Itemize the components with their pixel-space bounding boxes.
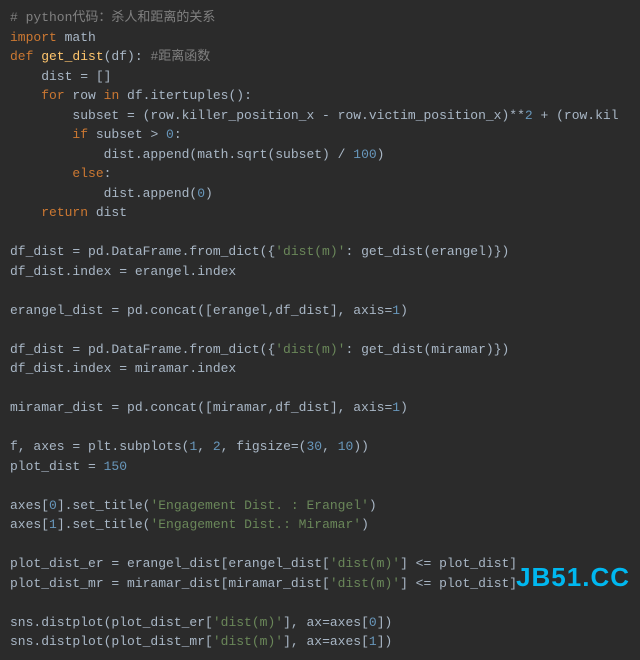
code-token: 0 (197, 186, 205, 201)
code-token: plot_dist_mr = miramar_dist[miramar_dist… (10, 576, 330, 591)
code-token: ) (400, 400, 408, 415)
code-token: 'dist(m)' (330, 576, 400, 591)
code-token (10, 127, 72, 142)
code-token: ) (361, 517, 369, 532)
code-token (10, 88, 41, 103)
code-token: (df): (104, 49, 151, 64)
code-token: row (65, 88, 104, 103)
code-token: 100 (353, 147, 376, 162)
code-token: ) (369, 498, 377, 513)
code-token: ] <= plot_dist] (400, 576, 517, 591)
code-token: df_dist = pd.DataFrame.from_dict({ (10, 244, 275, 259)
code-token: + (row.kil (533, 108, 619, 123)
code-token: )) (353, 439, 369, 454)
code-token: ]) (377, 615, 393, 630)
code-token: #距离函数 (150, 49, 210, 64)
code-token: def (10, 49, 33, 64)
code-line: dist = [] (10, 69, 111, 84)
watermark-logo: JB51.CC (516, 558, 630, 597)
code-token: subset > (88, 127, 166, 142)
code-token: : get_dist(miramar)}) (345, 342, 509, 357)
code-token: plot_dist_er = erangel_dist[erangel_dist… (10, 556, 330, 571)
code-line: # python代码：杀人和距离的关系 (10, 10, 215, 25)
code-token: sns.distplot(plot_dist_mr[ (10, 634, 213, 649)
code-token: 0 (166, 127, 174, 142)
code-token: 1 (392, 400, 400, 415)
code-token (10, 166, 72, 181)
code-token: 2 (213, 439, 221, 454)
code-token: math (57, 30, 96, 45)
code-token: : (174, 127, 182, 142)
code-token: ]) (377, 634, 393, 649)
code-token: 'dist(m)' (275, 342, 345, 357)
code-token: ].set_title( (57, 498, 151, 513)
code-token: 2 (525, 108, 533, 123)
code-token: get_dist (33, 49, 103, 64)
code-line: df_dist.index = miramar.index (10, 361, 236, 376)
code-token: , (322, 439, 338, 454)
code-token: : get_dist(erangel)}) (345, 244, 509, 259)
code-token: axes[ (10, 517, 49, 532)
code-token: in (104, 88, 120, 103)
code-token: if (72, 127, 88, 142)
code-token: axes[ (10, 498, 49, 513)
code-token: ) (377, 147, 385, 162)
code-token: ) (205, 186, 213, 201)
code-token: ], ax=axes[ (283, 634, 369, 649)
code-token: 'dist(m)' (213, 615, 283, 630)
code-token: df_dist = pd.DataFrame.from_dict({ (10, 342, 275, 357)
code-token: plot_dist = (10, 459, 104, 474)
code-token: 1 (49, 517, 57, 532)
code-token: , figsize=( (221, 439, 307, 454)
code-token: subset = (row.killer_position_x - row.vi… (10, 108, 525, 123)
code-token: f, axes = plt.subplots( (10, 439, 189, 454)
code-token (10, 205, 41, 220)
code-line: df_dist.index = erangel.index (10, 264, 236, 279)
code-token: 0 (49, 498, 57, 513)
code-token: 'dist(m)' (275, 244, 345, 259)
code-token: 'Engagement Dist. : Erangel' (150, 498, 368, 513)
code-token: : (104, 166, 112, 181)
code-token: df.itertuples(): (119, 88, 252, 103)
code-token: 150 (104, 459, 127, 474)
code-token: ], ax=axes[ (283, 615, 369, 630)
code-token: , (197, 439, 213, 454)
code-token: miramar_dist = pd.concat([miramar,df_dis… (10, 400, 392, 415)
code-token: ) (400, 303, 408, 318)
code-token: dist.append( (10, 186, 197, 201)
code-token: 1 (369, 634, 377, 649)
code-token: dist.append(math.sqrt(subset) / (10, 147, 353, 162)
code-token: erangel_dist = pd.concat([erangel,df_dis… (10, 303, 392, 318)
code-token: 1 (392, 303, 400, 318)
code-token: for (41, 88, 64, 103)
code-token: 'dist(m)' (213, 634, 283, 649)
code-token: dist (88, 205, 127, 220)
code-token: 'dist(m)' (330, 556, 400, 571)
code-token: else (72, 166, 103, 181)
code-token: 0 (369, 615, 377, 630)
code-token: ].set_title( (57, 517, 151, 532)
code-token: 10 (338, 439, 354, 454)
code-token: 'Engagement Dist.: Miramar' (150, 517, 361, 532)
code-token: ] <= plot_dist] (400, 556, 517, 571)
code-token: import (10, 30, 57, 45)
code-token: return (41, 205, 88, 220)
code-token: sns.distplot(plot_dist_er[ (10, 615, 213, 630)
code-token: 30 (307, 439, 323, 454)
